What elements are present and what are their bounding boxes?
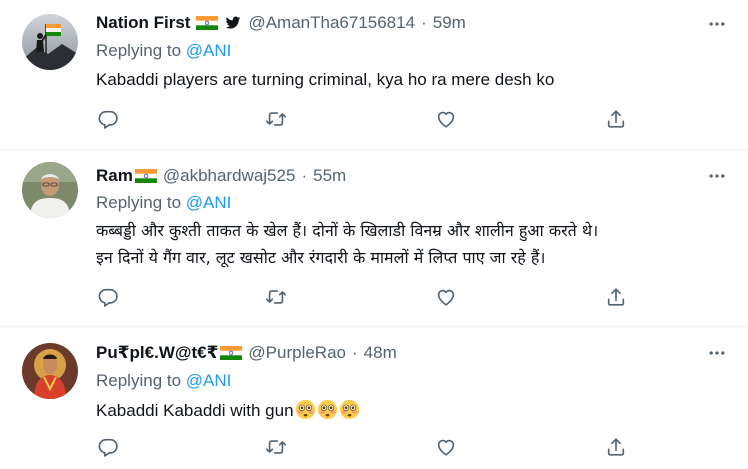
reply-button[interactable] [96, 107, 120, 131]
replying-to: Replying to @ANI [96, 371, 231, 391]
tweet-actions [96, 435, 636, 459]
tweet-text-line-2: इन दिनों ये गैंग वार, लूट खसोट और रंगदार… [96, 248, 546, 267]
flushed-face-emoji [339, 399, 360, 420]
india-flag-icon [196, 16, 218, 30]
reply-icon [97, 108, 119, 130]
timestamp[interactable]: 55m [313, 166, 346, 186]
user-handle[interactable]: @akbhardwaj525 [163, 166, 296, 186]
retweet-icon [265, 436, 287, 458]
separator-dot: · [352, 343, 358, 362]
mention-link[interactable]: @ANI [186, 41, 232, 60]
reply-icon [97, 286, 119, 308]
like-button[interactable] [434, 435, 458, 459]
tweet-text-line-1: कब्बड्डी और कुश्ती ताकत के खेल हैं। दोनो… [96, 221, 599, 240]
tweet[interactable]: Ram @akbhardwaj525 · 55m Replying to @AN… [0, 150, 748, 326]
more-horizontal-icon [707, 166, 727, 186]
tweet-header: Nation First @AmanTha67156814 · 59m [96, 11, 466, 35]
reply-button[interactable] [96, 285, 120, 309]
tweet-actions [96, 285, 636, 309]
like-icon [435, 436, 457, 458]
retweet-button[interactable] [264, 107, 288, 131]
india-flag-icon [220, 346, 242, 360]
like-button[interactable] [434, 285, 458, 309]
retweet-button[interactable] [264, 285, 288, 309]
more-options-button[interactable] [706, 342, 728, 364]
separator-dot: · [301, 166, 308, 185]
more-horizontal-icon [707, 343, 727, 363]
twitter-bird-icon [224, 15, 242, 31]
like-icon [435, 108, 457, 130]
replying-to-label: Replying to [96, 41, 186, 60]
retweet-icon [265, 108, 287, 130]
share-button[interactable] [604, 435, 628, 459]
avatar[interactable] [22, 343, 78, 399]
flushed-face-emoji [295, 399, 316, 420]
replying-to-label: Replying to [96, 371, 186, 390]
tweet-text-row: Kabaddi Kabaddi with gun [96, 397, 736, 424]
replying-to: Replying to @ANI [96, 193, 231, 213]
share-icon [605, 108, 627, 130]
reply-button[interactable] [96, 435, 120, 459]
display-name[interactable]: Nation First [96, 13, 190, 33]
avatar[interactable] [22, 162, 78, 218]
tweet-actions [96, 107, 636, 131]
more-options-button[interactable] [706, 165, 728, 187]
retweet-icon [265, 286, 287, 308]
flushed-face-emoji [317, 399, 338, 420]
timestamp[interactable]: 59m [433, 13, 466, 33]
tweet-header: Ram @akbhardwaj525 · 55m [96, 164, 346, 188]
mention-link[interactable]: @ANI [186, 371, 232, 390]
more-horizontal-icon [707, 14, 727, 34]
separator-dot: · [421, 13, 427, 32]
tweet-text: Kabaddi Kabaddi with gun [96, 401, 294, 420]
like-icon [435, 286, 457, 308]
like-button[interactable] [434, 107, 458, 131]
tweet[interactable]: Pu₹pl€.W@t€₹ @PurpleRao · 48m Replying t… [0, 327, 748, 469]
mention-link[interactable]: @ANI [186, 193, 232, 212]
avatar[interactable] [22, 14, 78, 70]
replying-to-label: Replying to [96, 193, 186, 212]
more-options-button[interactable] [706, 13, 728, 35]
display-name[interactable]: Pu₹pl€.W@t€₹ [96, 343, 218, 363]
replying-to: Replying to @ANI [96, 41, 231, 61]
share-icon [605, 436, 627, 458]
india-flag-icon [135, 169, 157, 183]
tweet[interactable]: Nation First @AmanTha67156814 · 59m Repl… [0, 0, 748, 149]
user-handle[interactable]: @AmanTha67156814 [248, 13, 415, 33]
share-button[interactable] [604, 107, 628, 131]
share-button[interactable] [604, 285, 628, 309]
display-name[interactable]: Ram [96, 166, 133, 186]
timestamp[interactable]: 48m [364, 343, 397, 363]
tweet-text: Kabaddi players are turning criminal, ky… [96, 70, 555, 89]
tweet-header: Pu₹pl€.W@t€₹ @PurpleRao · 48m [96, 341, 397, 365]
reply-icon [97, 436, 119, 458]
user-handle[interactable]: @PurpleRao [248, 343, 346, 363]
share-icon [605, 286, 627, 308]
retweet-button[interactable] [264, 435, 288, 459]
